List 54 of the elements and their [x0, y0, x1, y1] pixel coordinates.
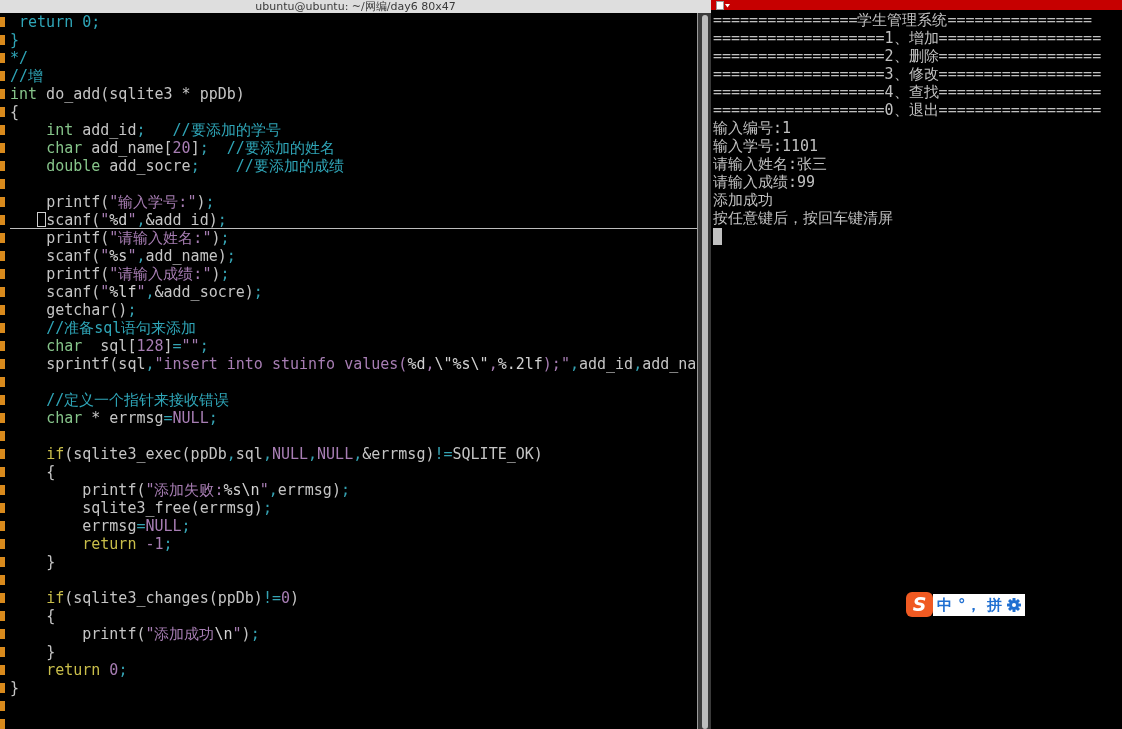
console-line: ================学生管理系统================: [713, 11, 1092, 29]
code-line: }: [46, 553, 56, 571]
console-line: 请输入成绩:99: [713, 173, 816, 191]
code-line: errmsg=NULL;: [82, 517, 191, 535]
window-title: ubuntu@ubuntu: ~/网编/day6 80x47: [255, 0, 456, 13]
code-line: scanf("%s",add_name);: [46, 247, 236, 265]
code-line: {: [10, 103, 20, 121]
code-line: {: [46, 463, 56, 481]
console-line: ===================1、增加==================: [713, 29, 1102, 47]
code-line: if(sqlite3_exec(ppDb,sql,NULL,NULL,&errmsg)!=SQLITE_OK): [46, 445, 543, 463]
code-line: return -1;: [82, 535, 173, 553]
code-line: */: [10, 49, 29, 67]
code-line: printf("输入学号:");: [46, 193, 215, 211]
code-line: double add_socre; //要添加的成绩: [46, 157, 344, 175]
code-line: }: [10, 31, 20, 49]
code-line: }: [10, 679, 20, 697]
code-line: char add_name[20]; //要添加的姓名: [46, 139, 335, 157]
code-line: getchar();: [46, 301, 137, 319]
code-line: return 0;: [46, 661, 128, 679]
console-line: ===================0、退出==================: [713, 101, 1102, 119]
code-line: sprintf(sql,"insert into stuinfo values(%d,\"%s\",%.2lf);",add_id,add_na: [46, 355, 697, 373]
code-line: //准备sql语句来添加: [46, 319, 197, 337]
console-line: ===================4、查找==================: [713, 83, 1102, 101]
code-line: int do_add(sqlite3 * ppDb): [10, 85, 245, 103]
code-line: scanf("%d",&add_id);: [46, 211, 227, 229]
code-line: //定义一个指针来接收错误: [46, 391, 230, 409]
code-line: printf("添加失败:%s\n",errmsg);: [82, 481, 350, 499]
code-line: }: [46, 643, 56, 661]
code-line: printf("请输入成绩:");: [46, 265, 230, 283]
console-line: 添加成功: [713, 191, 773, 209]
code-line: char * errmsg=NULL;: [46, 409, 218, 427]
code-line: {: [46, 607, 56, 625]
code-line: printf("添加成功\n");: [82, 625, 260, 643]
settings-icon[interactable]: [1006, 597, 1021, 612]
console-line: 请输入姓名:张三: [713, 155, 828, 173]
console-line: ===================2、删除==================: [713, 47, 1102, 65]
code-line: //增: [10, 67, 44, 85]
pinyin-button[interactable]: 拼: [985, 594, 1003, 615]
code-line: sqlite3_free(errmsg);: [82, 499, 272, 517]
code-line: scanf("%lf",&add_socre);: [46, 283, 263, 301]
code-line: char sql[128]="";: [46, 337, 209, 355]
console-line: ===================3、修改==================: [713, 65, 1102, 83]
input-mode-button[interactable]: 中: [936, 594, 953, 615]
code-line: if(sqlite3_changes(ppDb)!=0): [46, 589, 299, 607]
console-line: 输入学号:1101: [713, 137, 819, 155]
code-line: return 0;: [19, 13, 101, 31]
console-line: 按任意键后，按回车键清屏: [713, 209, 893, 227]
window-menu-icon[interactable]: [716, 0, 730, 10]
code-line: int add_id; //要添加的学号: [46, 121, 281, 139]
ime-logo[interactable]: S: [906, 592, 933, 617]
scrollbar-thumb[interactable]: [701, 15, 708, 729]
code-line: printf("请输入姓名:");: [46, 229, 230, 247]
console-line: 输入编号:1: [713, 119, 792, 137]
punctuation-button[interactable]: °，: [957, 594, 982, 615]
